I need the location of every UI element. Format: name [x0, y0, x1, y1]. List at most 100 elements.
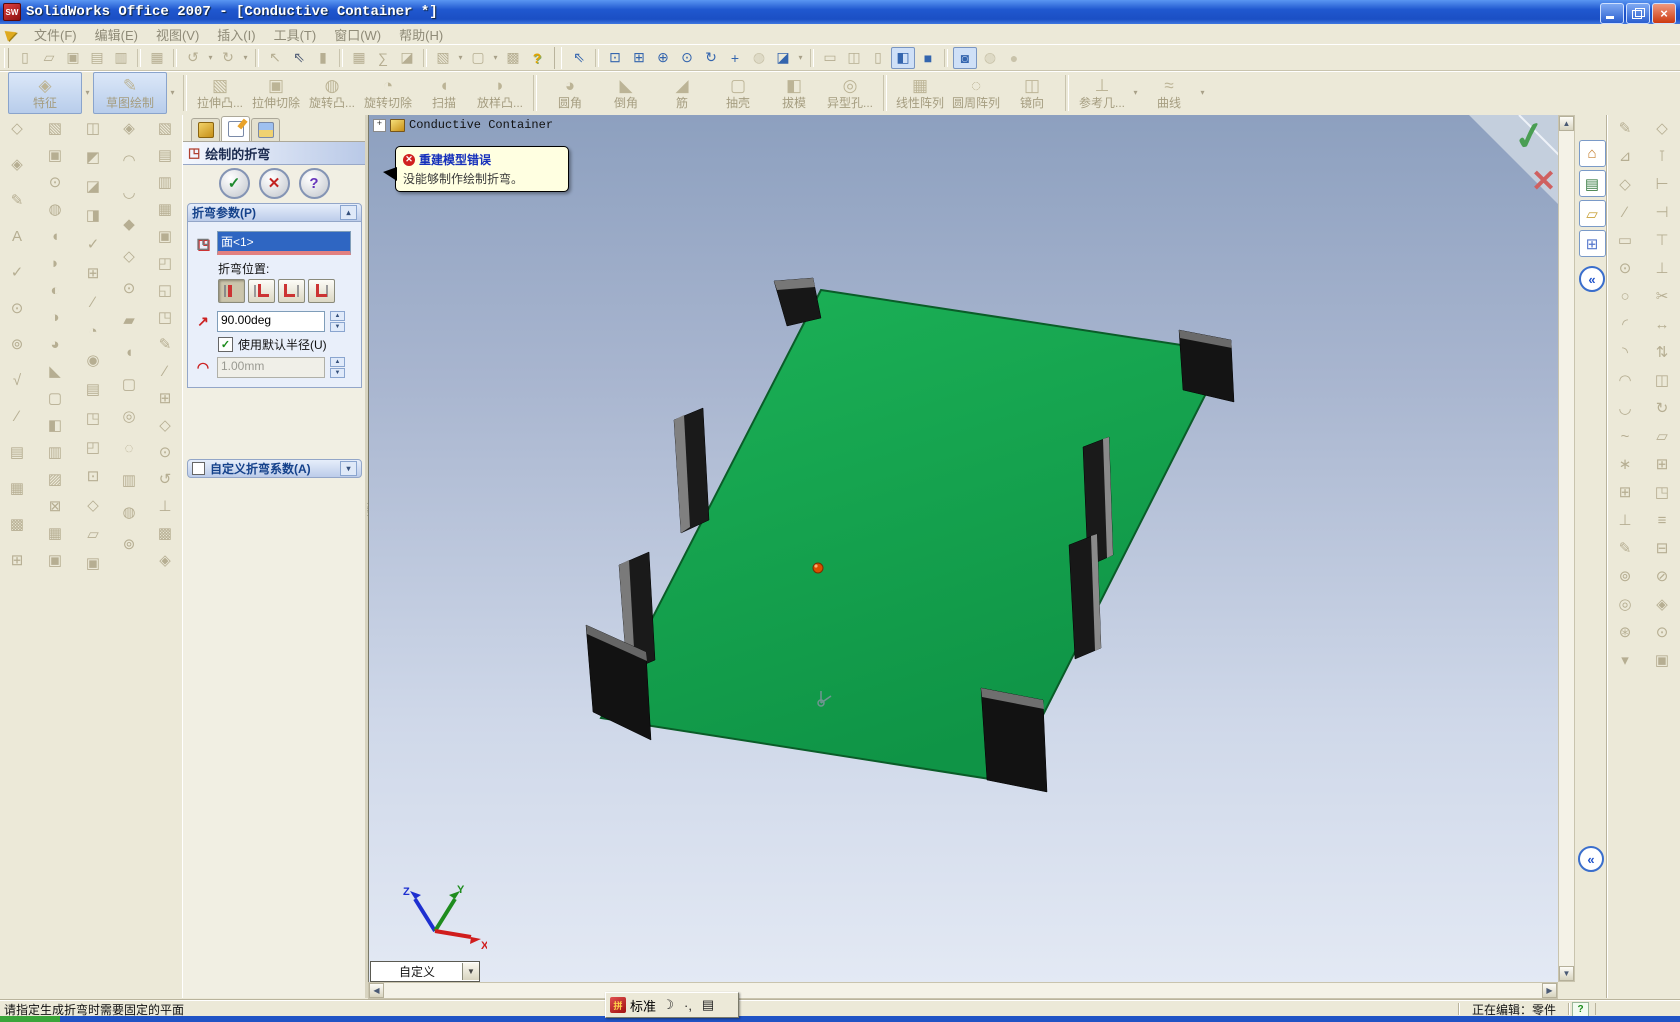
- toolbar-icon[interactable]: ⊙: [1613, 256, 1637, 280]
- collapse-taskpane-button[interactable]: «: [1579, 266, 1605, 292]
- pan-icon[interactable]: +: [724, 48, 746, 68]
- spin-up-icon[interactable]: ▲: [330, 311, 345, 321]
- toolbar-icon[interactable]: A: [5, 224, 29, 248]
- toolbar-icon[interactable]: ▣: [1650, 648, 1674, 672]
- toolbar-icon[interactable]: [137, 48, 141, 67]
- ime-input-method-icon[interactable]: 拼: [610, 997, 626, 1013]
- expand-chevron-icon[interactable]: ▾: [340, 461, 357, 476]
- toolbar-icon[interactable]: ▣: [43, 143, 67, 167]
- shell-button[interactable]: ▢ 抽壳: [710, 73, 766, 113]
- toolbar-icon[interactable]: ↻: [1650, 396, 1674, 420]
- bend-radius-field[interactable]: 1.00mm: [217, 357, 325, 378]
- toolbar-icon[interactable]: ✎: [1613, 116, 1637, 140]
- toolbar-icon[interactable]: ⊙: [5, 296, 29, 320]
- toolbar-icon[interactable]: ◈: [153, 548, 177, 572]
- feature-toolbar-button[interactable]: [533, 75, 537, 111]
- toolbar-icon[interactable]: ◈: [117, 116, 141, 140]
- scroll-down-icon[interactable]: ▼: [1559, 966, 1574, 981]
- features-toolbar-button[interactable]: ◈ 特征: [8, 72, 82, 114]
- confirm-cancel-icon[interactable]: ✕: [1531, 165, 1556, 198]
- redo-icon[interactable]: ↻: [217, 48, 239, 68]
- drawing-icon[interactable]: ▢: [467, 48, 489, 68]
- realview-icon[interactable]: ◍: [979, 48, 1001, 68]
- toolbar-icon[interactable]: ◡: [117, 180, 141, 204]
- hole-wizard-button[interactable]: ◎ 异型孔...: [822, 73, 878, 113]
- bend-centerline-button[interactable]: [218, 279, 245, 303]
- menu-item[interactable]: 窗口(W): [325, 23, 390, 46]
- toolbar-icon[interactable]: ⊞: [5, 548, 29, 572]
- section-dropdown-icon[interactable]: ▾: [796, 48, 805, 68]
- view-orientation-combo[interactable]: 自定义 ▼: [370, 961, 480, 982]
- toolbar-icon[interactable]: ⊙: [1650, 620, 1674, 644]
- toolbar-icon[interactable]: ▣: [81, 551, 105, 575]
- toolbar-icon[interactable]: ◗: [43, 251, 67, 275]
- menu-item[interactable]: 帮助(H): [390, 23, 452, 46]
- toolbar-icon[interactable]: ▥: [117, 468, 141, 492]
- toolbar-icon[interactable]: ▭: [1613, 228, 1637, 252]
- toolbar-icon[interactable]: ⇅: [1650, 340, 1674, 364]
- toolbar-icon[interactable]: ◎: [117, 404, 141, 428]
- toolbar-icon[interactable]: ∗: [1613, 452, 1637, 476]
- toolbar-icon[interactable]: ◕: [43, 332, 67, 356]
- toolbar-icon[interactable]: ⊺: [1650, 144, 1674, 168]
- ime-keyboard-icon[interactable]: ▤: [700, 997, 716, 1013]
- bend-outside-button[interactable]: [308, 279, 335, 303]
- ime-mode-label[interactable]: 标准: [630, 996, 656, 1015]
- use-default-radius-checkbox[interactable]: ✓: [218, 337, 233, 352]
- shaded-with-edges-icon[interactable]: ◧: [891, 46, 915, 69]
- toolbar-icon[interactable]: ◇: [1613, 172, 1637, 196]
- model-canvas[interactable]: [369, 115, 1559, 982]
- toolbar-icon[interactable]: ⊤: [1650, 228, 1674, 252]
- curves-button[interactable]: ≈ 曲线: [1141, 73, 1197, 113]
- material-inside-button[interactable]: [248, 279, 275, 303]
- toolbar-icon[interactable]: ▩: [5, 512, 29, 536]
- toolbar-icon[interactable]: ⊢: [1650, 172, 1674, 196]
- feature-tree-root-label[interactable]: Conductive Container: [409, 118, 553, 132]
- bend-parameters-group-header[interactable]: 折弯参数(P) ▴: [187, 203, 362, 222]
- toolbar-icon[interactable]: ◠: [1613, 368, 1637, 392]
- appearance-icon[interactable]: ◪: [396, 48, 418, 68]
- view-palette-tab[interactable]: ⊞: [1578, 230, 1606, 257]
- draft-button[interactable]: ◧ 拔模: [766, 73, 822, 113]
- lofted-boss-button[interactable]: ◗ 放样凸...: [472, 73, 528, 113]
- toolbar-icon[interactable]: ▤: [81, 377, 105, 401]
- spin-up-icon[interactable]: ▲: [330, 357, 345, 367]
- undo-icon[interactable]: ↺: [182, 48, 204, 68]
- toolbar-icon[interactable]: ∕: [1613, 200, 1637, 224]
- toolbar-icon[interactable]: ▦: [5, 476, 29, 500]
- zoom-to-area-icon[interactable]: ⊞: [628, 48, 650, 68]
- material-outside-button[interactable]: [278, 279, 305, 303]
- sketch-dropdown-icon[interactable]: ▾: [167, 73, 178, 113]
- toolbar-icon[interactable]: ◩: [81, 145, 105, 169]
- spin-down-icon[interactable]: ▼: [330, 322, 345, 332]
- revolved-boss-button[interactable]: ◍ 旋转凸...: [304, 73, 360, 113]
- help-icon[interactable]: ?: [526, 48, 548, 68]
- extruded-cut-button[interactable]: ▣ 拉伸切除: [248, 73, 304, 113]
- undo-dropdown-icon[interactable]: ▾: [206, 48, 215, 68]
- hidden-lines-removed-icon[interactable]: ▯: [867, 48, 889, 68]
- toolbar-icon[interactable]: ∕: [5, 404, 29, 428]
- print-icon[interactable]: ▦: [146, 48, 168, 68]
- revolved-cut-button[interactable]: ◔ 旋转切除: [360, 73, 416, 113]
- toolbar-icon[interactable]: ⊣: [1650, 200, 1674, 224]
- solidworks-resources-tab[interactable]: ⌂: [1578, 140, 1606, 167]
- toolbar-icon[interactable]: ↺: [153, 467, 177, 491]
- toolbar-icon[interactable]: ∕: [153, 359, 177, 383]
- open-icon[interactable]: ▱: [38, 48, 60, 68]
- toolbar-icon[interactable]: [595, 48, 599, 67]
- chamfer-button[interactable]: ◣ 倒角: [598, 73, 654, 113]
- toolbar-icon[interactable]: ✓: [5, 260, 29, 284]
- menu-item[interactable]: 文件(F): [25, 23, 86, 46]
- model-face-top[interactable]: [599, 288, 1229, 784]
- horizontal-scrollbar[interactable]: ◀ ▶: [368, 982, 1558, 999]
- sweep-button[interactable]: ◖ 扫描: [416, 73, 472, 113]
- toolbar-icon[interactable]: ⊥: [1613, 508, 1637, 532]
- circular-pattern-button[interactable]: ◌ 圆周阵列: [948, 73, 1004, 113]
- close-button[interactable]: ×: [1652, 3, 1676, 24]
- toolbar-icon[interactable]: [810, 48, 814, 67]
- toolbar-icon[interactable]: ▧: [43, 116, 67, 140]
- featuremanager-tab[interactable]: [191, 118, 220, 141]
- toolbar-icon[interactable]: ◍: [117, 500, 141, 524]
- hidden-lines-visible-icon[interactable]: ◫: [843, 48, 865, 68]
- toolbar-icon[interactable]: [339, 48, 343, 67]
